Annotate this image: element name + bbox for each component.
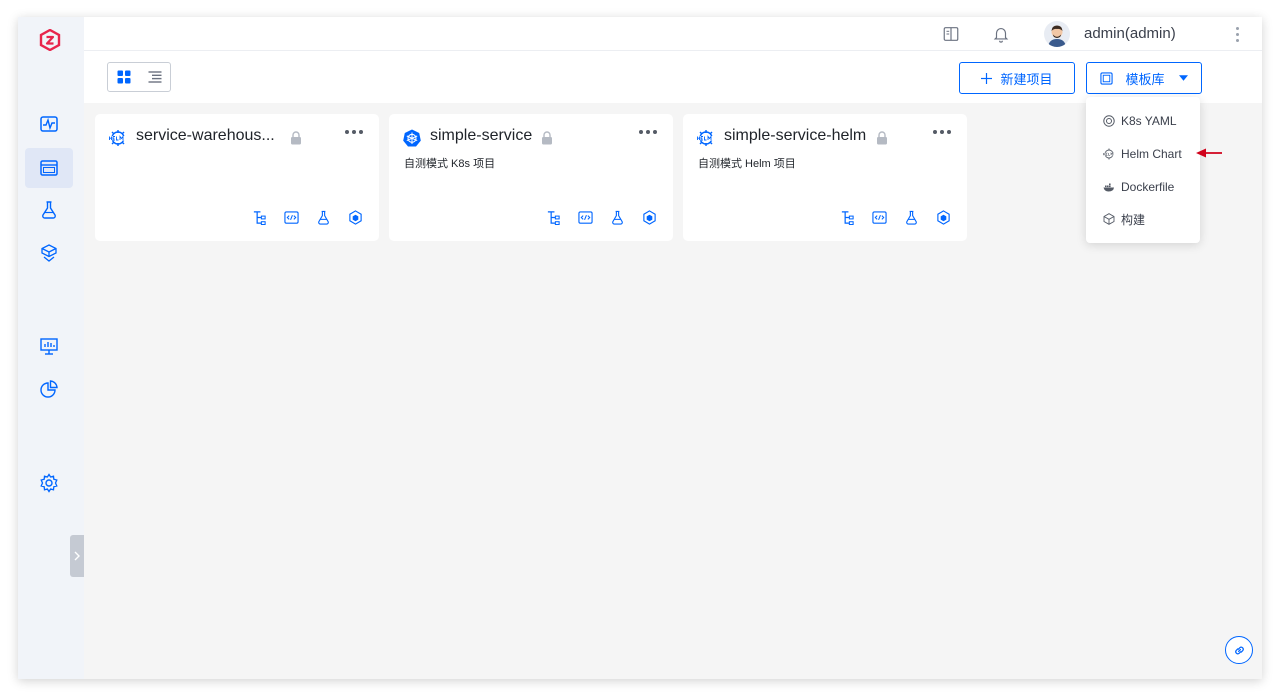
helm-chart-icon — [1103, 148, 1115, 160]
avatar[interactable] — [1044, 21, 1070, 47]
grid-view-button[interactable] — [108, 63, 139, 91]
project-card[interactable]: simple-service-helm 自测模式 Helm 项目 — [683, 114, 967, 241]
test-flask-icon[interactable] — [315, 209, 332, 226]
dashboard-icon — [40, 338, 58, 355]
sidebar-item-dashboard[interactable] — [25, 326, 73, 366]
helm-icon — [697, 130, 715, 146]
card-actions — [839, 209, 952, 226]
workflow-icon[interactable] — [545, 209, 562, 226]
lock-icon — [291, 131, 301, 145]
build-icon — [1103, 213, 1115, 225]
analytics-icon — [40, 380, 58, 398]
card-actions — [545, 209, 658, 226]
env-cube-icon[interactable] — [935, 209, 952, 226]
template-icon — [1100, 71, 1114, 85]
more-vert-icon[interactable] — [1230, 25, 1244, 43]
k8s-icon — [403, 129, 421, 147]
code-icon[interactable] — [871, 209, 888, 226]
settings-icon — [40, 473, 58, 493]
annotation-arrow-icon — [1196, 148, 1222, 158]
avatar-image — [1044, 21, 1070, 47]
project-description: 自测模式 K8s 项目 — [404, 158, 496, 170]
sidebar-item-settings[interactable] — [25, 463, 73, 503]
template-library-label: 模板库 — [1125, 71, 1165, 87]
sidebar-item-analytics[interactable] — [25, 369, 73, 409]
project-card[interactable]: simple-service 自测模式 K8s 项目 — [389, 114, 673, 241]
card-more-button[interactable] — [933, 130, 951, 134]
project-card[interactable]: service-warehous... — [95, 114, 379, 241]
workflow-icon[interactable] — [839, 209, 856, 226]
menu-item-k8s-yaml[interactable]: K8s YAML — [1103, 111, 1177, 131]
menu-item-label: Helm Chart — [1121, 147, 1182, 161]
list-view-button[interactable] — [139, 63, 170, 91]
docker-icon — [1103, 183, 1114, 192]
test-flask-icon[interactable] — [903, 209, 920, 226]
project-title[interactable]: simple-service — [430, 127, 532, 145]
env-cube-icon[interactable] — [347, 209, 364, 226]
doc-icon — [943, 27, 959, 41]
card-more-button[interactable] — [345, 130, 363, 134]
card-more-button[interactable] — [639, 130, 657, 134]
new-project-label: 新建项目 — [1000, 71, 1053, 87]
notifications-button[interactable] — [991, 24, 1011, 44]
top-bar: admin(admin) — [84, 17, 1262, 51]
menu-item-helm-chart[interactable]: Helm Chart — [1103, 144, 1182, 164]
menu-item-label: Dockerfile — [1121, 180, 1175, 194]
sidebar — [18, 17, 84, 679]
monitor-icon — [40, 116, 58, 132]
env-cube-icon[interactable] — [641, 209, 658, 226]
test-icon — [42, 201, 56, 219]
menu-item-dockerfile[interactable]: Dockerfile — [1103, 177, 1174, 197]
code-icon[interactable] — [577, 209, 594, 226]
delivery-icon — [41, 244, 57, 262]
sidebar-item-project[interactable] — [25, 148, 73, 188]
menu-item-label: 构建 — [1121, 212, 1146, 227]
sidebar-item-delivery[interactable] — [25, 233, 73, 273]
project-icon — [40, 160, 58, 176]
menu-item-build[interactable]: 构建 — [1103, 209, 1145, 229]
docs-button[interactable] — [941, 24, 961, 44]
link-icon — [1234, 646, 1244, 654]
chevron-right-icon — [74, 551, 80, 561]
bell-icon — [993, 28, 1009, 43]
grid-view-icon — [117, 70, 130, 84]
helm-icon — [109, 130, 127, 146]
plus-icon — [981, 72, 993, 84]
project-description: 自测模式 Helm 项目 — [698, 158, 796, 170]
link-button[interactable] — [1225, 636, 1253, 664]
app-window: admin(admin) 新建项目 模板库 service-warehous..… — [18, 17, 1262, 679]
sidebar-item-test[interactable] — [25, 190, 73, 230]
menu-item-label: K8s YAML — [1121, 114, 1177, 128]
username[interactable]: admin(admin) — [1084, 25, 1176, 42]
project-title[interactable]: simple-service-helm — [724, 127, 866, 145]
caret-down-icon — [1178, 75, 1188, 81]
new-project-button[interactable]: 新建项目 — [959, 62, 1075, 94]
logo-icon[interactable] — [39, 29, 61, 51]
code-icon[interactable] — [283, 209, 300, 226]
test-flask-icon[interactable] — [609, 209, 626, 226]
workflow-icon[interactable] — [251, 209, 268, 226]
lock-icon — [877, 131, 887, 145]
view-toggle — [107, 62, 171, 92]
list-view-icon — [148, 71, 161, 83]
toolbar: 新建项目 模板库 — [84, 51, 1262, 103]
k8s-yaml-icon — [1103, 115, 1115, 127]
template-menu: K8s YAML Helm Chart Dockerfile 构建 — [1086, 97, 1200, 243]
lock-icon — [542, 131, 552, 145]
sidebar-item-monitor[interactable] — [25, 104, 73, 144]
project-title[interactable]: service-warehous... — [136, 127, 275, 145]
template-library-button[interactable]: 模板库 — [1086, 62, 1202, 94]
card-actions — [251, 209, 364, 226]
sidebar-collapse-handle[interactable] — [70, 535, 84, 577]
